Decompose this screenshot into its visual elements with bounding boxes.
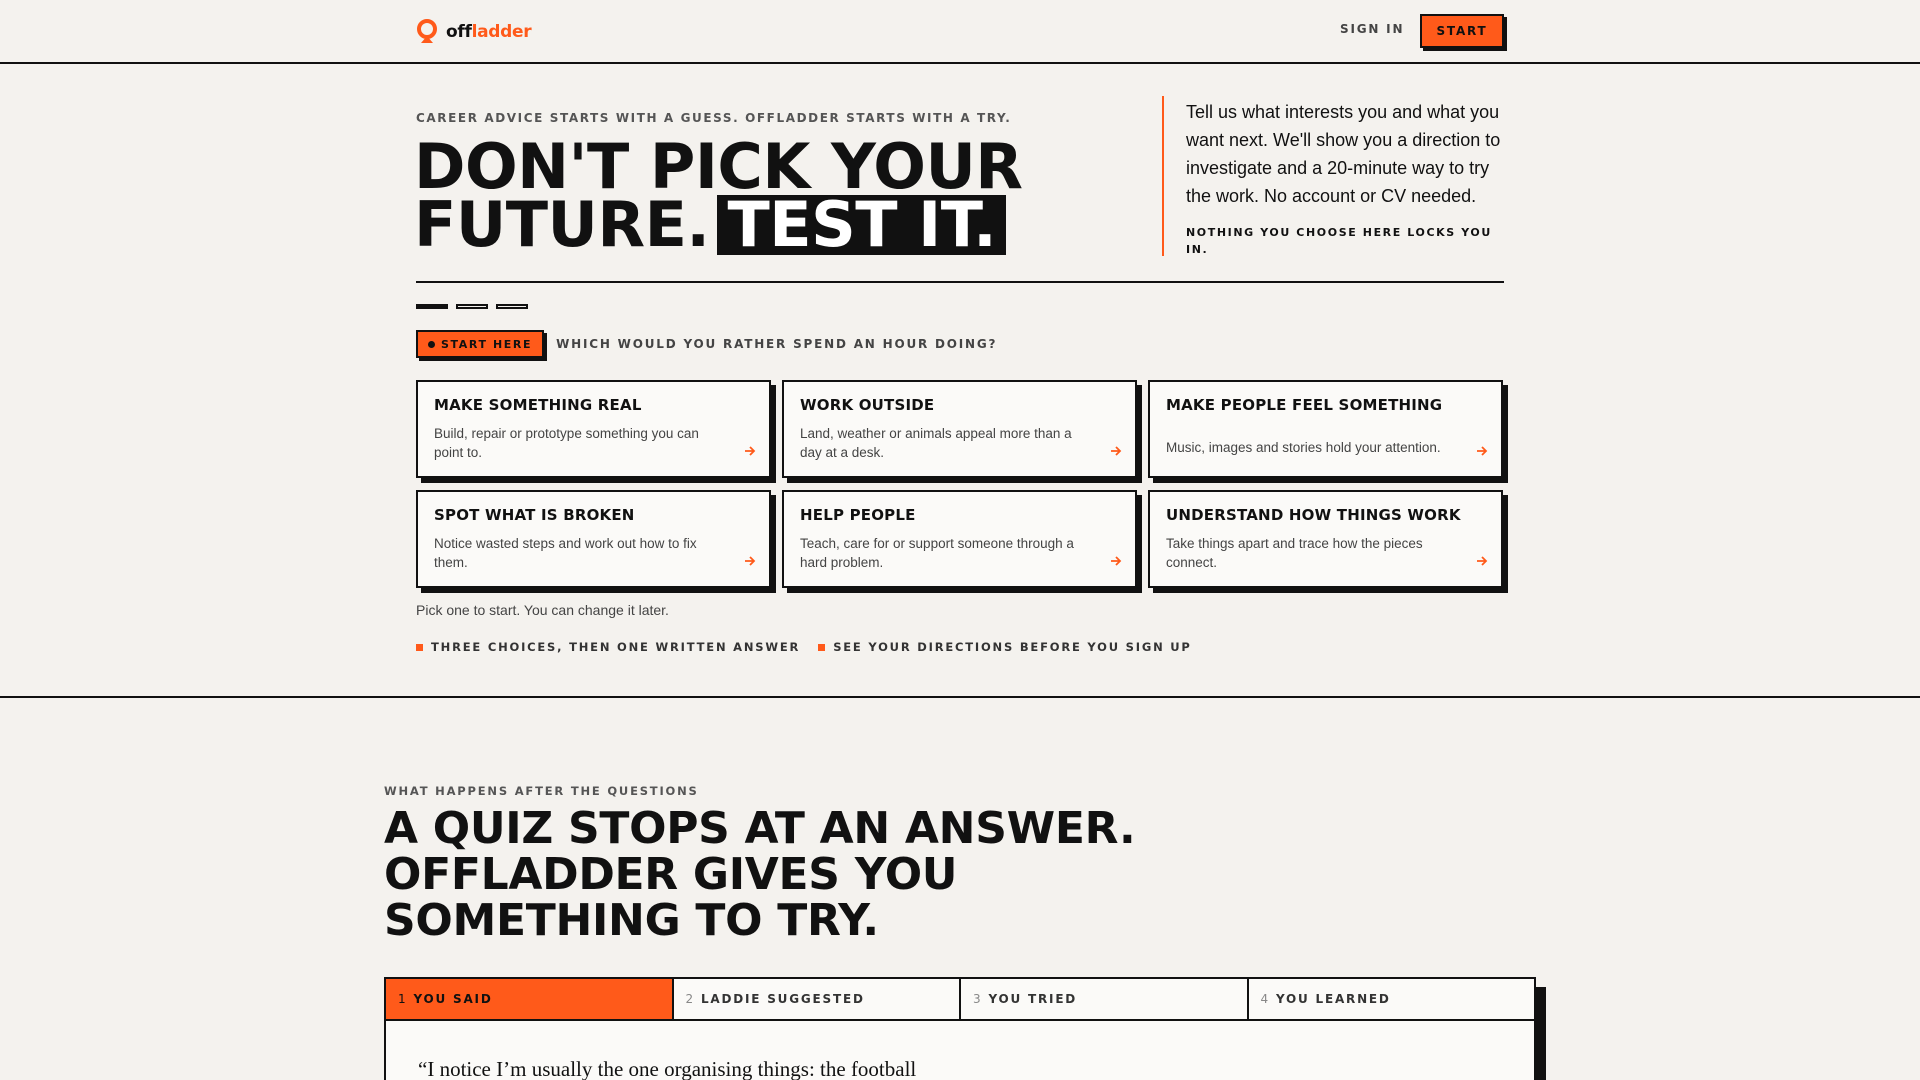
card-title: WORK OUTSIDE bbox=[800, 396, 935, 414]
headline-highlight: TEST IT. bbox=[717, 194, 1007, 256]
arrow-right-icon bbox=[1477, 446, 1488, 456]
steps-panel: 1 YOU SAID 2 LADDIE SUGGESTED 3 YOU TRIE… bbox=[384, 977, 1536, 1080]
tab-number: 2 bbox=[685, 992, 695, 1006]
choice-card-work-outside[interactable]: WORK OUTSIDE Land, weather or animals ap… bbox=[782, 380, 1137, 478]
choice-card-make-people-feel-something[interactable]: MAKE PEOPLE FEEL SOMETHING Music, images… bbox=[1148, 380, 1503, 478]
how-it-works-section: WHAT HAPPENS AFTER THE QUESTIONS A QUIZ … bbox=[0, 700, 1920, 1080]
progress-step-1 bbox=[416, 304, 448, 309]
square-bullet-icon bbox=[416, 643, 423, 651]
card-description: Take things apart and trace how the piec… bbox=[1166, 536, 1423, 570]
tab-you-tried[interactable]: 3 YOU TRIED bbox=[961, 979, 1249, 1019]
tab-number: 3 bbox=[973, 992, 983, 1006]
card-description: Teach, care for or support someone throu… bbox=[800, 536, 1074, 570]
hero-divider bbox=[416, 281, 1504, 283]
start-button[interactable]: START bbox=[1420, 14, 1504, 48]
arrow-right-icon bbox=[745, 446, 756, 456]
card-description: Music, images and stories hold your atte… bbox=[1166, 440, 1441, 455]
card-description: Build, repair or prototype something you… bbox=[434, 426, 699, 460]
tab-label: YOU TRIED bbox=[988, 992, 1078, 1006]
choice-card-help-people[interactable]: HELP PEOPLE Teach, care for or support s… bbox=[782, 490, 1137, 588]
card-description: Notice wasted steps and work out how to … bbox=[434, 536, 697, 570]
feature-bullet: THREE CHOICES, THEN ONE WRITTEN ANSWER bbox=[416, 640, 800, 654]
tab-number: 1 bbox=[398, 992, 408, 1006]
hero-eyebrow: CAREER ADVICE STARTS WITH A GUESS. OFFLA… bbox=[416, 111, 1012, 125]
feature-bullet: SEE YOUR DIRECTIONS BEFORE YOU SIGN UP bbox=[818, 640, 1191, 654]
tab-label: LADDIE SUGGESTED bbox=[700, 992, 865, 1006]
card-title: UNDERSTAND HOW THINGS WORK bbox=[1166, 506, 1461, 524]
progress-step-3 bbox=[496, 304, 528, 309]
start-here-label: START HERE bbox=[441, 337, 533, 351]
user-quote: “I notice I’m usually the one organising… bbox=[418, 1057, 917, 1080]
card-title: MAKE SOMETHING REAL bbox=[434, 396, 642, 414]
card-title: MAKE PEOPLE FEEL SOMETHING bbox=[1166, 396, 1443, 414]
brand-name-off: off bbox=[446, 22, 472, 42]
question-text: WHICH WOULD YOU RATHER SPEND AN HOUR DOI… bbox=[556, 337, 998, 351]
hero-section: CAREER ADVICE STARTS WITH A GUESS. OFFLA… bbox=[0, 64, 1920, 698]
choice-card-understand-how-things-work[interactable]: UNDERSTAND HOW THINGS WORK Take things a… bbox=[1148, 490, 1503, 588]
tab-you-learned[interactable]: 4 YOU LEARNED bbox=[1249, 979, 1535, 1019]
choice-card-spot-what-is-broken[interactable]: SPOT WHAT IS BROKEN Notice wasted steps … bbox=[416, 490, 771, 588]
arrow-right-icon bbox=[1111, 556, 1122, 566]
arrow-right-icon bbox=[745, 556, 756, 566]
arrow-right-icon bbox=[1477, 556, 1488, 566]
card-description: Land, weather or animals appeal more tha… bbox=[800, 426, 1072, 460]
arrow-right-icon bbox=[1111, 446, 1122, 456]
brand-name: offladder bbox=[446, 22, 532, 42]
tab-you-said[interactable]: 1 YOU SAID bbox=[386, 979, 674, 1019]
step-progress bbox=[416, 304, 528, 309]
brand-logo[interactable]: offladder bbox=[416, 18, 532, 46]
tab-label: YOU LEARNED bbox=[1275, 992, 1391, 1006]
steps-tabs: 1 YOU SAID 2 LADDIE SUGGESTED 3 YOU TRIE… bbox=[386, 979, 1534, 1021]
feature-bullets: THREE CHOICES, THEN ONE WRITTEN ANSWER S… bbox=[416, 640, 1192, 654]
pick-note: Pick one to start. You can change it lat… bbox=[416, 602, 669, 618]
person-marker-icon bbox=[417, 19, 437, 43]
sign-in-link[interactable]: SIGN IN bbox=[1340, 22, 1404, 36]
start-here-badge: START HERE bbox=[416, 330, 545, 358]
brand-name-ladder: ladder bbox=[471, 22, 532, 42]
choice-card-make-something-real[interactable]: MAKE SOMETHING REAL Build, repair or pro… bbox=[416, 380, 771, 478]
choice-cards: MAKE SOMETHING REAL Build, repair or pro… bbox=[416, 380, 1504, 588]
question-row: START HERE WHICH WOULD YOU RATHER SPEND … bbox=[416, 330, 997, 358]
feature-bullet-text: THREE CHOICES, THEN ONE WRITTEN ANSWER bbox=[431, 640, 801, 654]
tab-laddie-suggested[interactable]: 2 LADDIE SUGGESTED bbox=[674, 979, 961, 1019]
tab-number: 4 bbox=[1260, 992, 1270, 1006]
hero-aside-note: NOTHING YOU CHOOSE HERE LOCKS YOU IN. bbox=[1186, 226, 1492, 256]
progress-step-2 bbox=[456, 304, 488, 309]
dot-icon bbox=[428, 340, 435, 348]
card-title: SPOT WHAT IS BROKEN bbox=[434, 506, 635, 524]
tab-label: YOU SAID bbox=[413, 992, 493, 1006]
hero-aside-text: Tell us what interests you and what you … bbox=[1186, 102, 1501, 206]
top-nav: offladder SIGN IN START bbox=[0, 0, 1920, 64]
headline-line-2: FUTURE. bbox=[414, 188, 710, 261]
hero-headline: DON'T PICK YOUR FUTURE. TEST IT. bbox=[414, 136, 1134, 256]
card-title: HELP PEOPLE bbox=[800, 506, 916, 524]
section-title: A QUIZ STOPS AT AN ANSWER. OFFLADDER GIV… bbox=[384, 803, 1136, 946]
square-bullet-icon bbox=[818, 643, 826, 651]
feature-bullet-text: SEE YOUR DIRECTIONS BEFORE YOU SIGN UP bbox=[833, 640, 1192, 654]
hero-aside: Tell us what interests you and what you … bbox=[1162, 96, 1508, 256]
section-eyebrow: WHAT HAPPENS AFTER THE QUESTIONS bbox=[384, 784, 699, 798]
